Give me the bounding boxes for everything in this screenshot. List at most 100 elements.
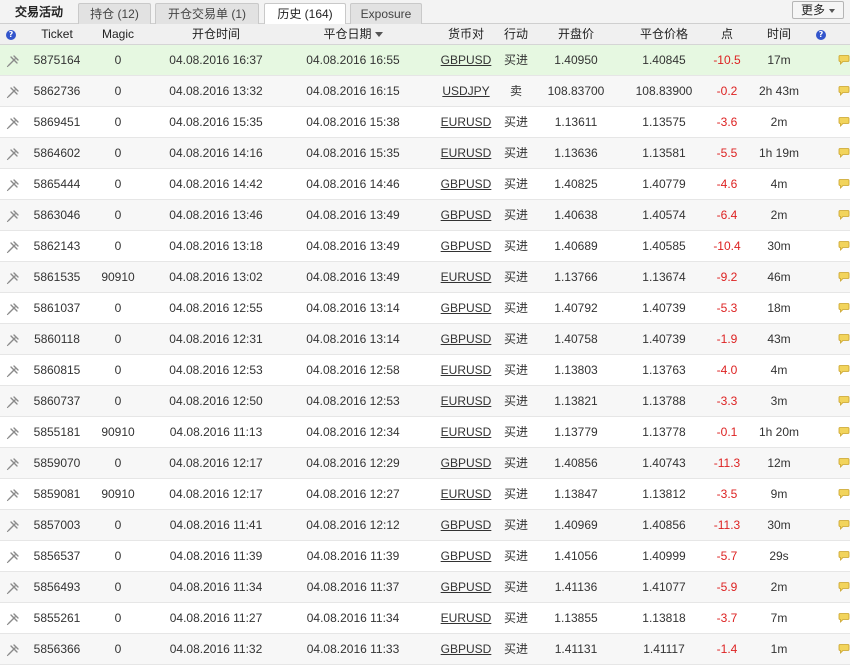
table-row[interactable]: 5864602 0 04.08.2016 14:16 04.08.2016 15… bbox=[0, 138, 850, 169]
cell-symbol-link[interactable]: USDJPY bbox=[434, 76, 498, 106]
comment-icon[interactable] bbox=[838, 303, 850, 313]
table-row[interactable]: 5862736 0 04.08.2016 13:32 04.08.2016 16… bbox=[0, 76, 850, 107]
tab-history[interactable]: 历史 (164) bbox=[264, 3, 346, 25]
cell-symbol-link[interactable]: GBPUSD bbox=[434, 200, 498, 230]
table-row[interactable]: 5869451 0 04.08.2016 15:35 04.08.2016 15… bbox=[0, 107, 850, 138]
tab-open-orders[interactable]: 开仓交易单 (1) bbox=[155, 3, 259, 24]
cell-symbol-link[interactable]: EURUSD bbox=[434, 386, 498, 416]
comment-icon[interactable] bbox=[838, 520, 850, 530]
cell-close-date: 04.08.2016 11:39 bbox=[306, 549, 400, 563]
cell-symbol-link[interactable]: EURUSD bbox=[434, 138, 498, 168]
cell-close-date: 04.08.2016 16:55 bbox=[306, 53, 400, 67]
pin-icon bbox=[6, 334, 19, 347]
comment-icon[interactable] bbox=[838, 179, 850, 189]
table-row[interactable]: 5860737 0 04.08.2016 12:50 04.08.2016 12… bbox=[0, 386, 850, 417]
table-row[interactable]: 5860815 0 04.08.2016 12:53 04.08.2016 12… bbox=[0, 355, 850, 386]
comment-icon[interactable] bbox=[838, 117, 850, 127]
table-row[interactable]: 5861535 90910 04.08.2016 13:02 04.08.201… bbox=[0, 262, 850, 293]
comment-icon[interactable] bbox=[838, 458, 850, 468]
comment-icon[interactable] bbox=[838, 551, 850, 561]
cell-symbol-link[interactable]: GBPUSD bbox=[434, 541, 498, 571]
table-row[interactable]: 5856537 0 04.08.2016 11:39 04.08.2016 11… bbox=[0, 541, 850, 572]
table-row[interactable]: 5859081 90910 04.08.2016 12:17 04.08.201… bbox=[0, 479, 850, 510]
comment-icon[interactable] bbox=[838, 582, 850, 592]
cell-magic: 90910 bbox=[101, 270, 135, 284]
cell-magic: 0 bbox=[114, 115, 122, 129]
comment-icon[interactable] bbox=[838, 427, 850, 437]
help-icon[interactable]: ? bbox=[4, 24, 18, 44]
column-close-date[interactable]: 平仓日期 bbox=[298, 24, 408, 44]
cell-symbol-link[interactable]: GBPUSD bbox=[434, 231, 498, 261]
comment-icon[interactable] bbox=[838, 644, 850, 654]
table-row[interactable]: 5856366 0 04.08.2016 11:32 04.08.2016 11… bbox=[0, 634, 850, 665]
cell-symbol-link[interactable]: GBPUSD bbox=[434, 324, 498, 354]
comment-icon[interactable] bbox=[838, 489, 850, 499]
cell-action: 买进 bbox=[503, 580, 528, 594]
table-row[interactable]: 5865444 0 04.08.2016 14:42 04.08.2016 14… bbox=[0, 169, 850, 200]
tab-positions[interactable]: 持仓 (12) bbox=[78, 3, 151, 24]
column-close-price[interactable]: 平仓价格 bbox=[624, 24, 704, 44]
cell-points: -4.6 bbox=[716, 177, 738, 191]
table-row[interactable]: 5863046 0 04.08.2016 13:46 04.08.2016 13… bbox=[0, 200, 850, 231]
column-ticket[interactable]: Ticket bbox=[22, 24, 92, 44]
table-row[interactable]: 5861037 0 04.08.2016 12:55 04.08.2016 13… bbox=[0, 293, 850, 324]
cell-symbol-link[interactable]: GBPUSD bbox=[434, 572, 498, 602]
column-symbol[interactable]: 货币对 bbox=[434, 24, 498, 44]
cell-magic: 0 bbox=[114, 518, 122, 532]
cell-symbol-link[interactable]: GBPUSD bbox=[434, 448, 498, 478]
comment-icon[interactable] bbox=[838, 86, 850, 96]
pin-icon bbox=[6, 427, 19, 440]
cell-ticket: 5862143 bbox=[33, 239, 81, 253]
comment-icon[interactable] bbox=[838, 365, 850, 375]
comment-icon[interactable] bbox=[838, 334, 850, 344]
cell-ticket: 5863046 bbox=[33, 208, 81, 222]
cell-open-time: 04.08.2016 11:39 bbox=[169, 549, 263, 563]
cell-symbol-link[interactable]: EURUSD bbox=[434, 355, 498, 385]
cell-open-price: 1.41136 bbox=[554, 580, 598, 594]
column-open-price[interactable]: 开盘价 bbox=[540, 24, 612, 44]
table-row[interactable]: 5855261 0 04.08.2016 11:27 04.08.2016 11… bbox=[0, 603, 850, 634]
cell-symbol-link[interactable]: EURUSD bbox=[434, 107, 498, 137]
cell-magic: 0 bbox=[114, 611, 122, 625]
pin-icon bbox=[6, 644, 19, 657]
tab-exposure[interactable]: Exposure bbox=[350, 3, 422, 24]
cell-symbol-link[interactable]: GBPUSD bbox=[434, 293, 498, 323]
cell-symbol-link[interactable]: GBPUSD bbox=[434, 45, 498, 75]
cell-points: -5.7 bbox=[716, 549, 738, 563]
comment-icon[interactable] bbox=[838, 148, 850, 158]
cell-symbol-link[interactable]: GBPUSD bbox=[434, 510, 498, 540]
cell-symbol-link[interactable]: EURUSD bbox=[434, 603, 498, 633]
table-row[interactable]: 5857003 0 04.08.2016 11:41 04.08.2016 12… bbox=[0, 510, 850, 541]
comment-icon[interactable] bbox=[838, 210, 850, 220]
cell-open-price: 1.13636 bbox=[554, 146, 598, 160]
column-action[interactable]: 行动 bbox=[496, 24, 536, 44]
table-row[interactable]: 5875164 0 04.08.2016 16:37 04.08.2016 16… bbox=[0, 45, 850, 76]
table-row[interactable]: 5860118 0 04.08.2016 12:31 04.08.2016 13… bbox=[0, 324, 850, 355]
comment-icon[interactable] bbox=[838, 241, 850, 251]
cell-magic: 0 bbox=[114, 301, 122, 315]
comment-icon[interactable] bbox=[838, 613, 850, 623]
cell-symbol-link[interactable]: EURUSD bbox=[434, 417, 498, 447]
window-title: 交易活动 bbox=[14, 5, 63, 19]
column-points[interactable]: 点 bbox=[707, 24, 747, 44]
more-button[interactable]: 更多 bbox=[792, 1, 844, 19]
help-icon[interactable]: ? bbox=[814, 24, 828, 44]
table-row[interactable]: 5862143 0 04.08.2016 13:18 04.08.2016 13… bbox=[0, 231, 850, 262]
cell-symbol-link[interactable]: EURUSD bbox=[434, 479, 498, 509]
cell-open-time: 04.08.2016 14:16 bbox=[169, 146, 263, 160]
cell-symbol-link[interactable]: GBPUSD bbox=[434, 634, 498, 664]
cell-symbol-link[interactable]: GBPUSD bbox=[434, 169, 498, 199]
comment-icon[interactable] bbox=[838, 55, 850, 65]
table-row[interactable]: 5855181 90910 04.08.2016 11:13 04.08.201… bbox=[0, 417, 850, 448]
table-row[interactable]: 5856493 0 04.08.2016 11:34 04.08.2016 11… bbox=[0, 572, 850, 603]
column-open-time[interactable]: 开仓时间 bbox=[160, 24, 272, 44]
cell-magic: 0 bbox=[114, 394, 122, 408]
column-magic[interactable]: Magic bbox=[86, 24, 150, 44]
comment-icon[interactable] bbox=[838, 396, 850, 406]
table-row[interactable]: 5859070 0 04.08.2016 12:17 04.08.2016 12… bbox=[0, 448, 850, 479]
column-duration[interactable]: 时间 bbox=[752, 24, 806, 44]
cell-symbol-link[interactable]: EURUSD bbox=[434, 262, 498, 292]
cell-ticket: 5860737 bbox=[33, 394, 81, 408]
comment-icon[interactable] bbox=[838, 272, 850, 282]
pin-icon bbox=[6, 582, 19, 595]
